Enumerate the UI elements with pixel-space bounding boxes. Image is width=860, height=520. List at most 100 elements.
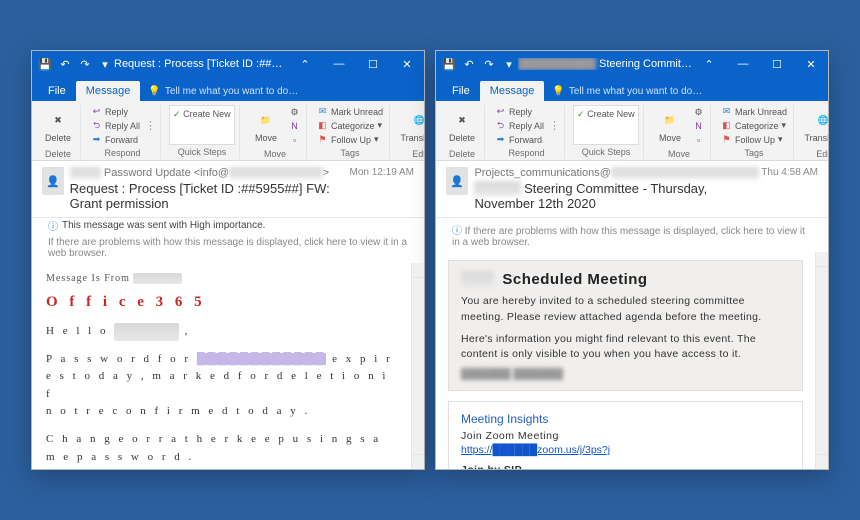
- mark-unread-button[interactable]: ✉Mark Unread: [315, 105, 385, 118]
- close-button[interactable]: ✕: [390, 51, 424, 77]
- actions-button[interactable]: ▫: [287, 134, 302, 147]
- subject-text: █████ Steering Committee - Thursday, Nov…: [474, 181, 761, 211]
- move-button[interactable]: 📁 Move: [248, 105, 284, 147]
- meeting-paragraph: Here's information you might find releva…: [461, 332, 790, 364]
- info-icon: ⓘ: [452, 226, 462, 237]
- redacted: █████: [474, 181, 520, 196]
- group-label: Respond: [508, 148, 544, 158]
- redo-icon[interactable]: ↷: [76, 55, 94, 73]
- ribbon-group-delete: ✖ Delete Delete: [38, 105, 81, 159]
- mark-unread-button[interactable]: ✉Mark Unread: [719, 105, 789, 118]
- body-line: C h a n g e o r r a t h e r k e e p u s …: [46, 431, 397, 466]
- message-body[interactable]: Message Is From ██████ O f f i c e 3 6 5…: [32, 263, 411, 469]
- rules-button[interactable]: ⚙: [287, 106, 302, 119]
- minimize-button[interactable]: —: [726, 51, 760, 77]
- categorize-button[interactable]: ◧Categorize ▾: [315, 119, 385, 132]
- titlebar[interactable]: 💾 ↶ ↷ ▾ ██████████ Steering Committee - …: [436, 51, 828, 77]
- forward-button[interactable]: ➡Forward: [89, 133, 142, 146]
- forward-button[interactable]: ➡Forward: [493, 133, 546, 146]
- ribbon-tabs: File Message 💡 Tell me what you want to …: [436, 77, 828, 101]
- minimize-button[interactable]: —: [322, 51, 356, 77]
- undo-icon[interactable]: ↶: [56, 55, 74, 73]
- outlook-window-left: 💾 ↶ ↷ ▾ Request : Process [Ticket ID :##…: [31, 50, 425, 470]
- view-in-browser-bar[interactable]: ⓘ If there are problems with how this me…: [446, 220, 818, 252]
- redacted: ██████████: [518, 58, 596, 70]
- translate-button[interactable]: 🌐 Translate: [398, 105, 425, 147]
- message-body[interactable]: ███ Scheduled Meeting You are hereby inv…: [436, 252, 815, 469]
- from-text: Projects_communications@████████████████…: [474, 167, 761, 179]
- tab-file[interactable]: File: [442, 81, 480, 101]
- follow-up-button[interactable]: ⚑Follow Up ▾: [719, 133, 789, 146]
- actions-button[interactable]: ▫: [691, 134, 706, 147]
- more-respond-icon[interactable]: ⋮: [549, 120, 560, 131]
- follow-up-button[interactable]: ⚑Follow Up ▾: [315, 133, 385, 146]
- more-respond-icon[interactable]: ⋮: [145, 120, 156, 131]
- maximize-button[interactable]: ☐: [356, 51, 390, 77]
- meeting-title: ███ Scheduled Meeting: [461, 271, 790, 288]
- zoom-link[interactable]: https://██████zoom.us/j/3ps?j: [461, 444, 610, 456]
- group-label: Move: [264, 149, 286, 159]
- delete-button[interactable]: ✖ Delete: [444, 105, 480, 147]
- categorize-button[interactable]: ◧Categorize ▾: [719, 119, 789, 132]
- tab-file[interactable]: File: [38, 81, 76, 101]
- redacted: ██████: [133, 273, 182, 284]
- redacted: ████: [70, 167, 101, 179]
- ribbon-collapse-icon[interactable]: ⌃: [288, 51, 322, 77]
- tell-me-search[interactable]: 💡 Tell me what you want to do…: [552, 86, 702, 101]
- save-icon[interactable]: 💾: [36, 55, 54, 73]
- meeting-insights-box: Meeting Insights Join Zoom Meeting https…: [448, 401, 803, 469]
- info-icon: ⓘ: [48, 218, 58, 233]
- onenote-button[interactable]: N: [691, 120, 706, 133]
- group-label: Editing: [816, 149, 829, 159]
- join-sip-label: Join by SIP: [461, 464, 790, 469]
- from-text: ████ Password Update <info@████████████>: [70, 167, 350, 179]
- group-label: Tags: [745, 148, 764, 158]
- vertical-scrollbar[interactable]: [815, 252, 828, 469]
- redo-icon[interactable]: ↷: [480, 55, 498, 73]
- tell-me-search[interactable]: 💡 Tell me what you want to do…: [148, 86, 298, 101]
- message-header: 👤 ████ Password Update <info@███████████…: [32, 161, 424, 218]
- rules-button[interactable]: ⚙: [691, 106, 706, 119]
- reply-icon: ↩: [495, 106, 506, 117]
- quicksteps-gallery[interactable]: ✓ Create New: [573, 105, 639, 145]
- maximize-button[interactable]: ☐: [760, 51, 794, 77]
- ribbon-collapse-icon[interactable]: ⌃: [692, 51, 726, 77]
- dropdown-icon[interactable]: ▾: [96, 55, 114, 73]
- subject-text: Request : Process [Ticket ID :##5955##] …: [70, 181, 350, 211]
- undo-icon[interactable]: ↶: [460, 55, 478, 73]
- ribbon-group-quicksteps: ✓ Create New Quick Steps: [167, 105, 240, 159]
- vertical-scrollbar[interactable]: [411, 263, 424, 469]
- titlebar[interactable]: 💾 ↶ ↷ ▾ Request : Process [Ticket ID :##…: [32, 51, 424, 77]
- redacted: ██████: [114, 323, 179, 341]
- save-icon[interactable]: 💾: [440, 55, 458, 73]
- window-title: Request : Process [Ticket ID :##5955##] …: [114, 58, 288, 70]
- quicksteps-gallery[interactable]: ✓ Create New: [169, 105, 235, 145]
- ribbon-tabs: File Message 💡 Tell me what you want to …: [32, 77, 424, 101]
- reply-button[interactable]: ↩Reply: [493, 105, 546, 118]
- move-button[interactable]: 📁 Move: [652, 105, 688, 147]
- rules-icon: ⚙: [693, 107, 704, 118]
- onenote-button[interactable]: N: [287, 120, 302, 133]
- tab-message[interactable]: Message: [480, 81, 545, 101]
- delete-button[interactable]: ✖ Delete: [40, 105, 76, 147]
- ribbon-group-tags: ✉Mark Unread ◧Categorize ▾ ⚑Follow Up ▾ …: [313, 105, 390, 159]
- reply-button[interactable]: ↩Reply: [89, 105, 142, 118]
- outlook-window-right: 💾 ↶ ↷ ▾ ██████████ Steering Committee - …: [435, 50, 829, 470]
- timestamp: Mon 12:19 AM: [350, 167, 414, 178]
- close-button[interactable]: ✕: [794, 51, 828, 77]
- insights-heading: Meeting Insights: [461, 412, 790, 426]
- dropdown-icon[interactable]: ▾: [500, 55, 518, 73]
- ribbon-group-respond: ↩Reply ⮌Reply All ➡Forward ⋮ Respond: [87, 105, 161, 159]
- translate-icon: 🌐: [408, 109, 425, 131]
- reply-all-icon: ⮌: [495, 120, 506, 131]
- avatar: 👤: [42, 167, 64, 195]
- reply-all-button[interactable]: ⮌Reply All: [493, 119, 546, 132]
- categorize-icon: ◧: [317, 120, 328, 131]
- view-in-browser-bar[interactable]: If there are problems with how this mess…: [42, 235, 414, 263]
- redacted-datetime: ███████ ███████: [461, 369, 790, 380]
- rules-icon: ⚙: [289, 107, 300, 118]
- reply-all-button[interactable]: ⮌Reply All: [89, 119, 142, 132]
- meeting-info-box: ███ Scheduled Meeting You are hereby inv…: [448, 260, 803, 391]
- translate-button[interactable]: 🌐 Translate: [802, 105, 829, 147]
- tab-message[interactable]: Message: [76, 81, 141, 101]
